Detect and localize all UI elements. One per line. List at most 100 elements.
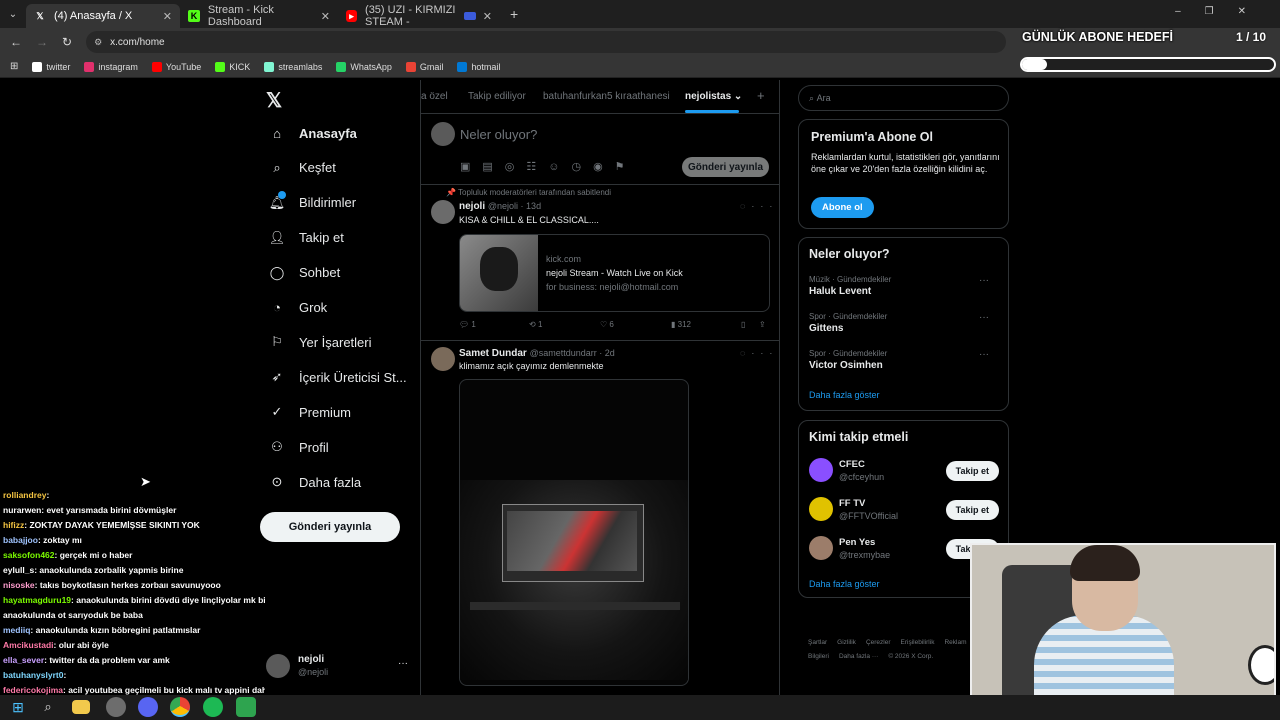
bookmark-youtube[interactable]: YouTube	[151, 61, 201, 72]
post-avatar[interactable]	[431, 200, 455, 224]
chat-username[interactable]: saksofon462	[3, 550, 55, 560]
chrome-icon[interactable]	[170, 697, 190, 717]
nav-bell[interactable]: 🔔︎ Bildirimler	[268, 190, 356, 212]
nav-chat[interactable]: ◯ Sohbet	[268, 264, 340, 282]
tab-kiraathanesi[interactable]: batuhanfurkan5 kıraathanesi	[543, 91, 670, 102]
forward-arrow-icon[interactable]: →	[36, 35, 48, 49]
share-icon[interactable]: ⇪	[759, 320, 766, 329]
nav-rocket[interactable]: ➶ İçerik Üreticisi St...	[268, 368, 407, 386]
like-button[interactable]: ♡ 6	[600, 320, 614, 329]
chat-username[interactable]: nisoske	[3, 580, 35, 590]
trend-item[interactable]: Spor · Gündemdekiler Gittens ···	[809, 312, 999, 334]
footer-link[interactable]: Daha fazla ···	[839, 653, 878, 660]
post-image[interactable]	[459, 379, 689, 686]
post-button[interactable]: Gönderi yayınla	[260, 512, 400, 542]
apps-grid-icon[interactable]: ⊞	[10, 61, 18, 72]
nav-profile[interactable]: ⚇ Profil	[268, 438, 328, 456]
tab-kick-dashboard[interactable]: K Stream - Kick Dashboard ✕	[180, 4, 338, 28]
wtf-show-more[interactable]: Daha fazla göster	[809, 579, 880, 589]
follow-button[interactable]: Takip et	[945, 500, 999, 520]
reload-icon[interactable]: ↻	[62, 35, 72, 49]
chat-username[interactable]: federicokojima	[3, 685, 63, 695]
more-dots-icon[interactable]: ···	[979, 349, 989, 360]
footer-link[interactable]: Şartlar	[808, 639, 827, 646]
app-green-icon[interactable]	[236, 697, 256, 717]
follow-suggestion[interactable]: CFEC @cfceyhun Takip et	[809, 458, 1009, 488]
chat-username[interactable]: ella_sever	[3, 655, 44, 665]
follow-button[interactable]: Takip et	[945, 461, 999, 481]
chat-username[interactable]: batuhanyslyrt0	[3, 670, 63, 680]
site-info-icon[interactable]: ⚙	[94, 37, 102, 48]
tab-following[interactable]: Takip ediliyor	[468, 91, 526, 102]
back-arrow-icon[interactable]: ←	[10, 35, 22, 49]
tab-nejolistas[interactable]: nejolistas ⌄	[685, 91, 742, 102]
reply-button[interactable]: 💬︎ 1	[459, 320, 476, 329]
spotify-icon[interactable]	[203, 697, 223, 717]
views-button[interactable]: ▮ 312	[671, 320, 691, 329]
search-taskbar-icon[interactable]: ⌕	[38, 697, 58, 717]
bookmark-post-icon[interactable]: ▯	[741, 320, 745, 329]
chat-username[interactable]: babajjoo	[3, 535, 38, 545]
link-card[interactable]: kick.com nejoli Stream - Watch Live on K…	[459, 234, 770, 312]
add-tab-icon[interactable]: +	[757, 88, 765, 103]
post-author[interactable]: Samet Dundar	[459, 348, 527, 359]
trend-item[interactable]: Müzik · Gündemdekiler Haluk Levent ···	[809, 275, 999, 297]
new-tab-button[interactable]: +	[510, 6, 518, 22]
nav-search[interactable]: ⌕ Keşfet	[268, 159, 336, 177]
tab-search-chevron-icon[interactable]: ⌄	[0, 9, 26, 20]
bookmark-twitter[interactable]: twitter	[32, 61, 70, 72]
x-logo-icon[interactable]: 𝕏	[266, 88, 282, 113]
tab-youtube[interactable]: ▸ (35) UZI - KIRMIZI STEAM - ✕	[338, 4, 500, 28]
nav-home[interactable]: ⌂ Anasayfa	[268, 124, 357, 142]
nav-bookmark[interactable]: ⚐ Yer İşaretleri	[268, 333, 371, 351]
chat-username[interactable]: nurarwen	[3, 505, 41, 515]
trends-show-more[interactable]: Daha fazla göster	[809, 390, 880, 400]
app-icon[interactable]	[106, 697, 126, 717]
compose-input[interactable]: Neler oluyor?	[460, 127, 537, 142]
chat-username[interactable]: eylull_s	[3, 565, 34, 575]
bookmark-instagram[interactable]: instagram	[84, 61, 138, 72]
compose-post-button[interactable]: Gönderi yayınla	[682, 157, 769, 177]
chat-username[interactable]: rolliandrey	[3, 490, 46, 500]
follow-suggestion[interactable]: FF TV @FFTVOfficial Takip et	[809, 497, 1009, 527]
bookmark-whatsapp[interactable]: WhatsApp	[336, 61, 392, 72]
subscribe-button[interactable]: Abone ol	[811, 197, 874, 218]
chat-username[interactable]: Amcikustadi	[3, 640, 54, 650]
post-menu-icons[interactable]: ◌···	[740, 348, 778, 358]
tab-community[interactable]: a özel	[421, 91, 448, 102]
bookmark-streamlabs[interactable]: streamlabs	[264, 61, 322, 72]
bookmark-gmail[interactable]: Gmail	[405, 61, 443, 72]
bookmark-hotmail[interactable]: hotmail	[457, 61, 500, 72]
footer-link[interactable]: Gizlilik	[837, 639, 856, 646]
address-bar[interactable]: ⚙ x.com/home	[86, 31, 1007, 53]
tab-x-home[interactable]: 𝕏 (4) Anasayfa / X ✕	[26, 4, 180, 28]
search-input[interactable]: ⌕ Ara	[798, 85, 1009, 111]
chat-username[interactable]: hayatmagduru19	[3, 595, 71, 605]
nav-grok[interactable]: ◔ Grok	[268, 299, 327, 317]
more-dots-icon[interactable]: ···	[979, 275, 989, 286]
close-tab-icon[interactable]: ✕	[483, 10, 492, 23]
nav-more[interactable]: ⊙ Daha fazla	[268, 473, 362, 491]
nav-verified[interactable]: ✓ Premium	[268, 403, 351, 421]
repost-button[interactable]: ⟲ 1	[529, 320, 542, 329]
footer-link[interactable]: Çerezler	[866, 639, 891, 646]
footer-link[interactable]: © 2026 X Corp.	[888, 653, 933, 660]
more-dots-icon[interactable]: ···	[979, 312, 989, 323]
window-controls[interactable]: –❐✕	[1175, 6, 1270, 17]
post-menu-icons[interactable]: ◌···	[740, 201, 778, 211]
chat-username[interactable]: hifizz	[3, 520, 24, 530]
post-author[interactable]: nejoli	[459, 201, 485, 212]
account-switcher[interactable]: nejoli @nejoli ···	[266, 654, 412, 682]
footer-link[interactable]: Erişilebilirlik	[901, 639, 935, 646]
bookmark-kick[interactable]: KICK	[215, 61, 250, 72]
close-tab-icon[interactable]: ✕	[321, 10, 330, 23]
windows-start-icon[interactable]: ⊞	[8, 697, 28, 717]
more-dots-icon[interactable]: ···	[398, 658, 408, 669]
trend-item[interactable]: Spor · Gündemdekiler Victor Osimhen ···	[809, 349, 999, 371]
post-avatar[interactable]	[431, 347, 455, 371]
discord-icon[interactable]	[138, 697, 158, 717]
chat-username[interactable]: mediiq	[3, 625, 30, 635]
close-tab-icon[interactable]: ✕	[163, 10, 172, 23]
file-explorer-icon[interactable]	[72, 700, 90, 714]
nav-add-user[interactable]: 👤︎ Takip et	[268, 229, 344, 247]
